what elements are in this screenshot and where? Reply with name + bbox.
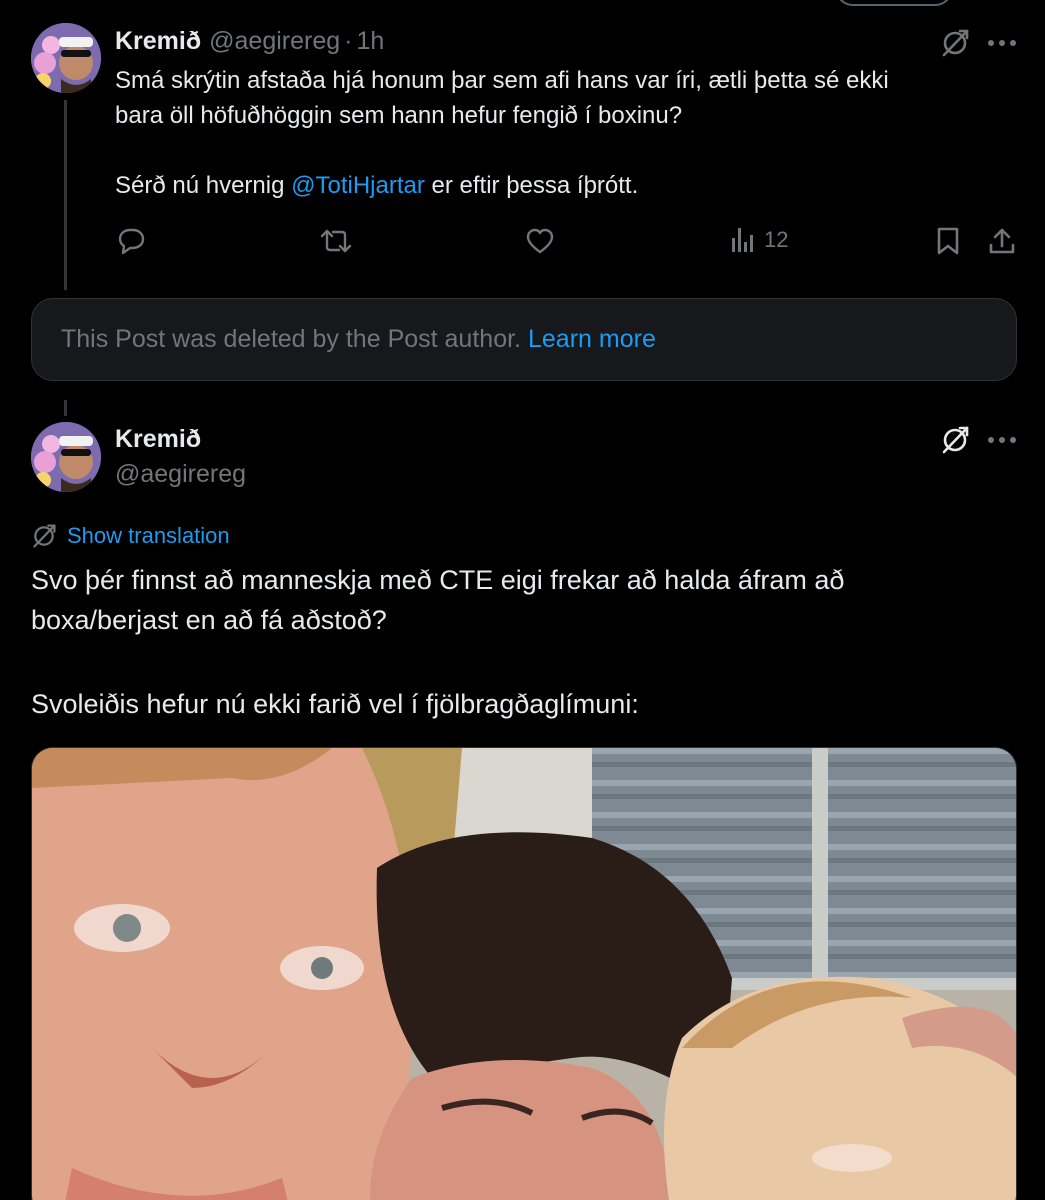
separator-dot: ·	[344, 27, 353, 55]
tweet-media-photo[interactable]	[31, 747, 1017, 1200]
thread-line	[64, 400, 67, 416]
share-icon[interactable]	[985, 224, 1019, 258]
tweet-text-line: Svo þér finnst að manneskja með CTE eigi…	[31, 565, 845, 595]
translate-icon[interactable]	[937, 25, 973, 61]
more-icon[interactable]	[985, 28, 1019, 58]
follow-button-partial[interactable]	[835, 0, 953, 6]
show-translation-label: Show translation	[67, 523, 230, 548]
translate-icon[interactable]	[937, 422, 973, 458]
retweet-icon[interactable]	[316, 224, 356, 258]
timestamp[interactable]: 1h	[356, 27, 384, 56]
like-icon[interactable]	[522, 224, 558, 258]
translate-icon	[31, 523, 57, 549]
bookmark-icon[interactable]	[932, 224, 964, 258]
views-button[interactable]: 12	[730, 226, 788, 254]
more-icon[interactable]	[985, 425, 1019, 455]
photo-image	[32, 748, 1016, 1200]
tweet-text-line: boxa/berjast en að fá aðstoð?	[31, 605, 387, 635]
deleted-post-text: This Post was deleted by the Post author…	[61, 325, 521, 353]
text-segment: er eftir þessa íþrótt.	[424, 172, 639, 199]
views-icon	[730, 226, 756, 254]
learn-more-link[interactable]: Learn more	[528, 325, 656, 354]
reply-icon[interactable]	[113, 224, 149, 258]
mention-link[interactable]: @TotiHjartar	[291, 172, 425, 199]
avatar[interactable]	[31, 422, 101, 492]
deleted-post-notice: This Post was deleted by the Post author…	[31, 298, 1017, 381]
tweet-text-line: Svoleiðis hefur nú ekki farið vel í fjöl…	[31, 689, 639, 719]
views-count: 12	[764, 227, 789, 252]
display-name[interactable]: Kremið	[115, 27, 201, 56]
tweet-text-line: bara öll höfuðhöggin sem hann hefur feng…	[115, 102, 683, 129]
avatar[interactable]	[31, 23, 101, 93]
tweet-text: Smá skrýtin afstaða hjá honum þar sem af…	[115, 63, 1015, 203]
display-name[interactable]: Kremið	[115, 425, 201, 454]
tweet-header: Kremið @aegirereg · 1h	[115, 27, 384, 56]
thread-line	[64, 100, 67, 290]
user-handle[interactable]: @aegirereg	[209, 27, 340, 56]
tweet-text-line: Sérð nú hvernig @TotiHjartar er eftir þe…	[115, 168, 1015, 203]
avatar-image	[31, 23, 101, 93]
avatar-image	[31, 422, 101, 492]
tweet-text-line: Smá skrýtin afstaða hjá honum þar sem af…	[115, 67, 889, 94]
tweet-text: Svo þér finnst að manneskja með CTE eigi…	[31, 560, 1011, 724]
user-handle[interactable]: @aegirereg	[115, 460, 246, 489]
text-segment: Sérð nú hvernig	[115, 172, 292, 199]
show-translation-button[interactable]: Show translation	[31, 523, 230, 549]
